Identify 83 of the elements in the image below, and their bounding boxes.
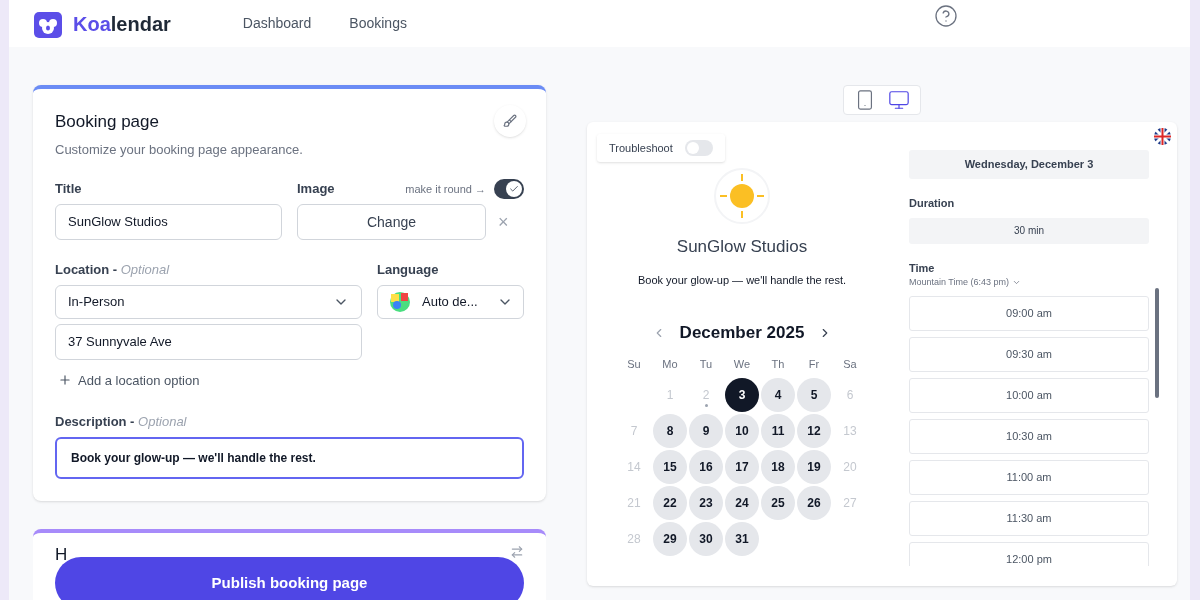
calendar-day[interactable]: 3 (725, 377, 759, 412)
selected-date: Wednesday, December 3 (909, 150, 1149, 179)
calendar-day[interactable]: 10 (725, 413, 759, 448)
monitor-icon[interactable] (888, 89, 910, 111)
calendar-day[interactable]: 25 (761, 485, 795, 520)
calendar-day[interactable]: 8 (653, 413, 687, 448)
calendar-day[interactable]: 16 (689, 449, 723, 484)
calendar-day[interactable]: 24 (725, 485, 759, 520)
location-select[interactable]: In-Person (55, 284, 362, 319)
weekday-label: Su (627, 356, 641, 372)
calendar-day[interactable]: 26 (797, 485, 831, 520)
time-slot[interactable]: 11:30 am (909, 500, 1149, 536)
calendar-day[interactable]: 17 (725, 449, 759, 484)
weekday-label: Mo (662, 356, 678, 372)
weekday-label: Sa (843, 356, 857, 372)
toggle-switch[interactable] (684, 140, 713, 156)
calendar-day[interactable]: 15 (653, 449, 687, 484)
time-slot[interactable]: 09:00 am (909, 295, 1149, 331)
card-title: Booking page (55, 111, 159, 133)
calendar-day[interactable]: 12 (797, 413, 831, 448)
unavailable-date: 6 (846, 386, 854, 404)
time-slot[interactable]: 10:00 am (909, 377, 1149, 413)
month-title: December 2025 (679, 322, 805, 344)
calendar-day[interactable]: 5 (797, 377, 831, 412)
brand-logo: Koalendar (73, 11, 171, 37)
calendar-day[interactable]: 9 (689, 413, 723, 448)
time-slot[interactable]: 11:00 am (909, 459, 1149, 495)
check-icon (509, 184, 519, 194)
unavailable-date: 20 (843, 458, 857, 476)
unavailable-date: 2 (702, 386, 710, 404)
time-slot[interactable]: 12:00 pm (909, 541, 1149, 566)
calendar-day[interactable]: 31 (725, 521, 759, 556)
weekday-label: We (733, 356, 751, 372)
unavailable-date: 13 (843, 422, 857, 440)
nav-link[interactable]: Dashboard (242, 13, 312, 34)
weekday-label: Th (771, 356, 785, 372)
unavailable-date: 1 (666, 386, 674, 404)
unavailable-date: 21 (627, 494, 641, 512)
round-hint: make it round → (405, 181, 486, 197)
troubleshoot-label: Troubleshoot (609, 140, 673, 156)
field-label: Description - Optional (55, 413, 188, 431)
title-field[interactable]: SunGlow Studios (55, 203, 282, 240)
field-label: Image (297, 180, 335, 199)
calendar-day[interactable]: 19 (797, 449, 831, 484)
duration-label: Duration (909, 196, 956, 211)
calendar-day[interactable]: 23 (689, 485, 723, 520)
duration-select[interactable]: 30 min (909, 217, 1149, 244)
change-image-button[interactable]: Change (297, 204, 486, 240)
calendar-day[interactable]: 30 (689, 521, 723, 556)
field-label: Title (55, 180, 83, 198)
language-select[interactable]: Auto de... (377, 284, 524, 319)
flag-icon (1154, 128, 1171, 145)
unavailable-date: 14 (627, 458, 641, 476)
add-location-button[interactable]: Add a location option (58, 370, 362, 390)
time-label: Time (909, 260, 936, 276)
nav-link[interactable]: Bookings (349, 13, 407, 34)
calendar-day[interactable]: 18 (761, 449, 795, 484)
globe-icon (388, 289, 412, 314)
field-label: Location - Optional (55, 261, 171, 279)
plus-icon (58, 373, 72, 388)
help-icon[interactable] (934, 4, 958, 28)
unavailable-date: 27 (843, 494, 857, 512)
sun-logo-icon (714, 168, 770, 224)
brush-icon (503, 114, 517, 128)
time-slot[interactable]: 10:30 am (909, 418, 1149, 454)
description-field[interactable]: Book your glow-up — we'll handle the rest. (55, 436, 524, 479)
preview-tagline: Book your glow-up — we'll handle the rest. (637, 272, 847, 288)
unavailable-date: 7 (630, 422, 638, 440)
calendar-day[interactable]: 11 (761, 413, 795, 448)
preview-title: SunGlow Studios (676, 236, 808, 258)
calendar-day[interactable]: 22 (653, 485, 687, 520)
field-label: Language (377, 261, 440, 279)
toggle-switch[interactable] (494, 179, 524, 199)
time-slot[interactable]: 09:30 am (909, 336, 1149, 372)
calendar-day[interactable]: 4 (761, 377, 795, 412)
calendar-day[interactable]: 29 (653, 521, 687, 556)
card-subtitle: Customize your booking page appearance. (55, 140, 304, 159)
unavailable-date: 28 (627, 530, 641, 548)
address-field[interactable]: 37 Sunnyvale Ave (55, 323, 362, 360)
weekday-label: Tu (699, 356, 713, 372)
timezone-select[interactable]: Mountain Time (6:43 pm) (909, 276, 1022, 290)
scrollbar-thumb[interactable] (1155, 288, 1159, 398)
weekday-label: Fr (808, 356, 820, 372)
